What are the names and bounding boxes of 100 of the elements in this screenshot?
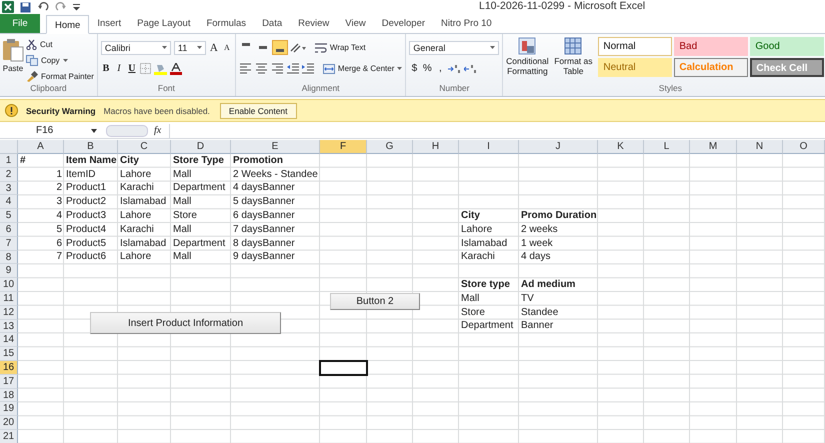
currency-button[interactable]: $ [409, 63, 420, 74]
increase-decimal-icon[interactable] [448, 64, 462, 74]
row-header[interactable]: 3 [0, 182, 18, 196]
font-family-field[interactable]: Calibri [100, 40, 171, 54]
ribbon-tab[interactable]: Data [254, 14, 290, 33]
cell-style-swatch[interactable]: Neutral [598, 58, 672, 77]
vertical-align-icon[interactable] [272, 41, 287, 54]
row-header[interactable]: 20 [0, 416, 18, 430]
align-right-icon[interactable] [270, 63, 284, 74]
column-header[interactable]: M [690, 140, 737, 154]
table-cell-text: 4 [56, 210, 63, 222]
customize-caret-icon[interactable] [73, 3, 80, 11]
bold-button[interactable]: B [100, 63, 111, 74]
cell-style-swatch[interactable]: Normal [598, 37, 672, 56]
form-button[interactable]: Button 2 [330, 293, 420, 310]
enable-content-button[interactable]: Enable Content [220, 102, 297, 118]
row-header[interactable]: 16 [0, 360, 18, 375]
table-cell-text: Department [460, 320, 514, 332]
merge-center-button[interactable]: Merge & Center [322, 62, 402, 76]
column-header[interactable]: O [783, 140, 825, 154]
ribbon-tab[interactable]: View [337, 14, 374, 33]
conditional-formatting-button[interactable]: Conditional Formatting [506, 37, 548, 76]
comma-button[interactable]: , [435, 63, 446, 74]
row-header[interactable]: 14 [0, 333, 18, 348]
column-header[interactable]: B [64, 140, 118, 154]
ribbon-tab[interactable]: Nitro Pro 10 [433, 14, 500, 33]
increase-indent-icon[interactable] [302, 63, 314, 74]
table-cell-text: 6 daysBanner [232, 210, 295, 222]
align-left-icon[interactable] [238, 63, 252, 74]
align-center-icon[interactable] [254, 63, 268, 74]
italic-button[interactable]: I [114, 63, 124, 74]
row-header[interactable]: 17 [0, 374, 18, 389]
row-header[interactable]: 4 [0, 195, 18, 210]
cell-style-swatch[interactable]: Bad [674, 37, 748, 56]
copy-button[interactable]: Copy [26, 53, 94, 67]
row-header[interactable]: 18 [0, 388, 18, 402]
format-painter-button[interactable]: Format Painter [26, 69, 94, 83]
insert-function-button[interactable]: fx [154, 125, 162, 136]
row-header[interactable]: 6 [0, 222, 18, 237]
ribbon-tab[interactable]: Insert [89, 14, 130, 33]
grow-font-button[interactable]: A [208, 42, 219, 54]
underline-button[interactable]: U [126, 63, 137, 74]
excel-logo-icon[interactable] [2, 1, 14, 13]
column-header[interactable]: A [18, 140, 64, 154]
column-header[interactable]: C [118, 140, 171, 154]
percent-button[interactable]: % [422, 63, 432, 74]
column-header[interactable]: H [413, 140, 459, 154]
column-header[interactable]: N [737, 140, 783, 154]
column-header[interactable]: K [598, 140, 644, 154]
row-header[interactable]: 12 [0, 306, 18, 320]
save-icon[interactable] [20, 2, 31, 12]
column-header[interactable]: F [320, 140, 367, 154]
column-header[interactable]: J [519, 140, 598, 154]
row-header[interactable]: 9 [0, 264, 18, 278]
ribbon-tab[interactable]: Formulas [198, 14, 254, 33]
font-size-field[interactable]: 11 [174, 40, 206, 54]
decrease-decimal-icon[interactable] [464, 64, 478, 74]
table-cell-text: Lahore [119, 210, 152, 222]
wrap-text-button[interactable]: Wrap Text [314, 40, 366, 54]
shrink-font-button[interactable]: A [222, 43, 232, 52]
row-header[interactable]: 15 [0, 347, 18, 361]
formula-bar-handle[interactable] [106, 124, 148, 136]
row-header[interactable]: 10 [0, 278, 18, 292]
format-as-table-button[interactable]: Format as Table [552, 37, 594, 76]
file-tab[interactable]: File [0, 14, 40, 33]
column-header[interactable]: G [367, 140, 413, 154]
ribbon-tab[interactable]: Page Layout [129, 14, 198, 33]
row-header[interactable]: 7 [0, 236, 18, 251]
undo-icon[interactable] [37, 2, 49, 12]
fill-color-icon[interactable] [154, 62, 167, 74]
row-header[interactable]: 11 [0, 292, 18, 306]
row-header[interactable]: 2 [0, 168, 18, 182]
table-cell-text: Islamabad [460, 238, 508, 250]
cell-style-swatch[interactable]: Good [750, 37, 824, 56]
column-header[interactable]: I [459, 140, 519, 154]
row-header[interactable]: 19 [0, 402, 18, 416]
caret-icon [162, 46, 167, 49]
cut-button[interactable]: Cut [26, 37, 94, 51]
borders-icon[interactable] [140, 63, 151, 74]
column-header[interactable]: L [644, 140, 690, 154]
font-color-icon[interactable] [170, 62, 182, 74]
number-format-field[interactable]: General [409, 40, 500, 54]
form-button[interactable]: Insert Product Information [90, 312, 281, 334]
row-header[interactable]: 5 [0, 209, 18, 223]
redo-icon[interactable] [55, 2, 67, 12]
name-box[interactable]: F16 [0, 124, 100, 138]
row-header[interactable]: 1 [0, 154, 18, 168]
ribbon-tab[interactable]: Review [290, 14, 338, 33]
row-header[interactable]: 8 [0, 250, 18, 264]
column-header[interactable]: E [231, 140, 320, 154]
table-cell-text: Lahore [119, 251, 152, 264]
text-orientation-icon[interactable] [290, 42, 306, 53]
ribbon-tab[interactable]: Home [46, 15, 90, 34]
column-header[interactable]: D [171, 140, 231, 154]
decrease-indent-icon[interactable] [286, 63, 299, 74]
row-header[interactable]: 21 [0, 430, 18, 443]
row-header[interactable]: 13 [0, 320, 18, 334]
paste-button[interactable]: Paste [2, 37, 24, 74]
table-cell-text: 2 Weeks - Standee [232, 168, 318, 181]
ribbon-tab[interactable]: Developer [374, 14, 434, 33]
